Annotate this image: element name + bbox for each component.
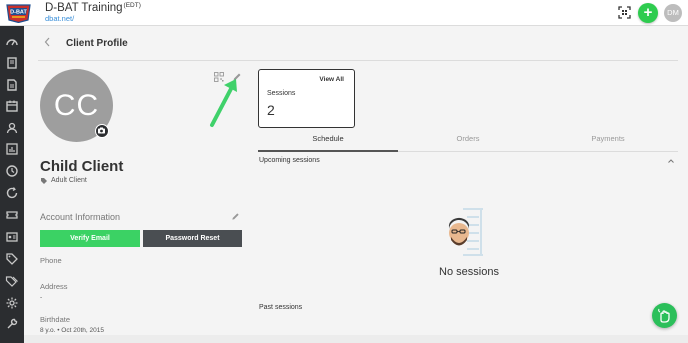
tag-icon — [6, 253, 18, 265]
help-button[interactable] — [652, 303, 677, 328]
sidebar-item-book[interactable] — [5, 56, 19, 70]
upcoming-sessions-heading: Upcoming sessions — [259, 157, 320, 164]
id-card-icon — [6, 232, 18, 242]
user-avatar[interactable]: DM — [664, 4, 682, 22]
top-header: D-BAT D-BAT Training(EDT) dbat.net/ + DM — [0, 0, 688, 26]
dashboard-icon — [6, 39, 18, 46]
sessions-count: 2 — [267, 102, 275, 118]
book-icon — [7, 57, 17, 69]
empty-sessions-illustration-icon — [448, 208, 483, 256]
sidebar-item-ticket[interactable] — [5, 208, 19, 222]
sidebar-item-tools[interactable] — [5, 317, 19, 331]
sidebar-item-refresh[interactable] — [5, 186, 19, 200]
sidebar-item-dashboard[interactable] — [5, 35, 19, 49]
tab-orders[interactable]: Orders — [398, 134, 538, 143]
brand-suffix: (EDT) — [123, 2, 141, 9]
annotation-arrow-icon — [210, 79, 237, 127]
password-reset-button[interactable]: Password Reset — [143, 230, 242, 247]
chevron-up-icon[interactable] — [667, 158, 675, 164]
sidebar-item-reports[interactable] — [5, 142, 19, 156]
client-name: Child Client — [40, 158, 124, 175]
tags-icon — [5, 276, 18, 287]
active-tab-indicator — [258, 150, 398, 152]
sessions-card[interactable]: View All Sessions 2 — [258, 69, 355, 128]
sidebar-item-settings[interactable] — [5, 296, 19, 310]
qr-scan-icon[interactable] — [618, 6, 631, 19]
sidebar-item-tag[interactable] — [5, 252, 19, 266]
tools-icon — [7, 318, 18, 329]
ticket-icon — [6, 211, 18, 219]
tab-schedule[interactable]: Schedule — [258, 134, 398, 143]
reports-icon — [6, 143, 18, 155]
sidebar — [0, 26, 24, 343]
calendar-icon — [6, 100, 18, 112]
bottom-edge — [24, 335, 688, 343]
birthdate-value: 8 y.o. • Oct 20th, 2015 — [40, 327, 104, 334]
title-divider — [38, 60, 678, 61]
page-title: Client Profile — [66, 38, 128, 49]
edit-account-pencil-icon[interactable] — [231, 212, 240, 221]
sidebar-item-document[interactable] — [5, 78, 19, 92]
client-type: Adult Client — [51, 177, 87, 184]
clients-icon — [6, 122, 18, 134]
camera-icon — [98, 127, 105, 134]
settings-icon — [6, 297, 18, 309]
sidebar-item-clock[interactable] — [5, 164, 19, 178]
brand-name: D-BAT Training(EDT) — [45, 2, 141, 14]
birthdate-label: Birthdate — [40, 315, 71, 324]
view-all-link[interactable]: View All — [319, 76, 344, 83]
svg-text:D-BAT: D-BAT — [10, 10, 27, 16]
dbat-logo[interactable]: D-BAT — [5, 2, 32, 23]
sidebar-item-calendar[interactable] — [5, 99, 19, 113]
brand-url-link[interactable]: dbat.net/ — [45, 14, 74, 23]
sidebar-item-id-card[interactable] — [5, 230, 19, 244]
change-photo-button[interactable] — [95, 124, 109, 138]
sidebar-item-tags[interactable] — [5, 274, 19, 288]
back-chevron-icon[interactable] — [43, 36, 51, 48]
past-sessions-heading: Past sessions — [259, 304, 303, 311]
refresh-icon — [6, 187, 18, 199]
client-type-tag-icon — [41, 178, 47, 184]
no-sessions-message: No sessions — [439, 266, 499, 278]
verify-email-button[interactable]: Verify Email — [40, 230, 140, 247]
hand-help-icon — [658, 308, 670, 323]
clock-icon — [6, 165, 18, 177]
sidebar-item-clients[interactable] — [5, 121, 19, 135]
tab-payments[interactable]: Payments — [538, 134, 678, 143]
add-button[interactable]: + — [638, 3, 658, 23]
main-content — [24, 26, 688, 343]
account-info-heading: Account Information — [40, 212, 121, 222]
address-value: - — [40, 294, 43, 301]
phone-label: Phone — [40, 256, 62, 265]
sessions-label: Sessions — [267, 90, 296, 97]
address-label: Address — [40, 282, 68, 291]
document-icon — [7, 79, 17, 91]
